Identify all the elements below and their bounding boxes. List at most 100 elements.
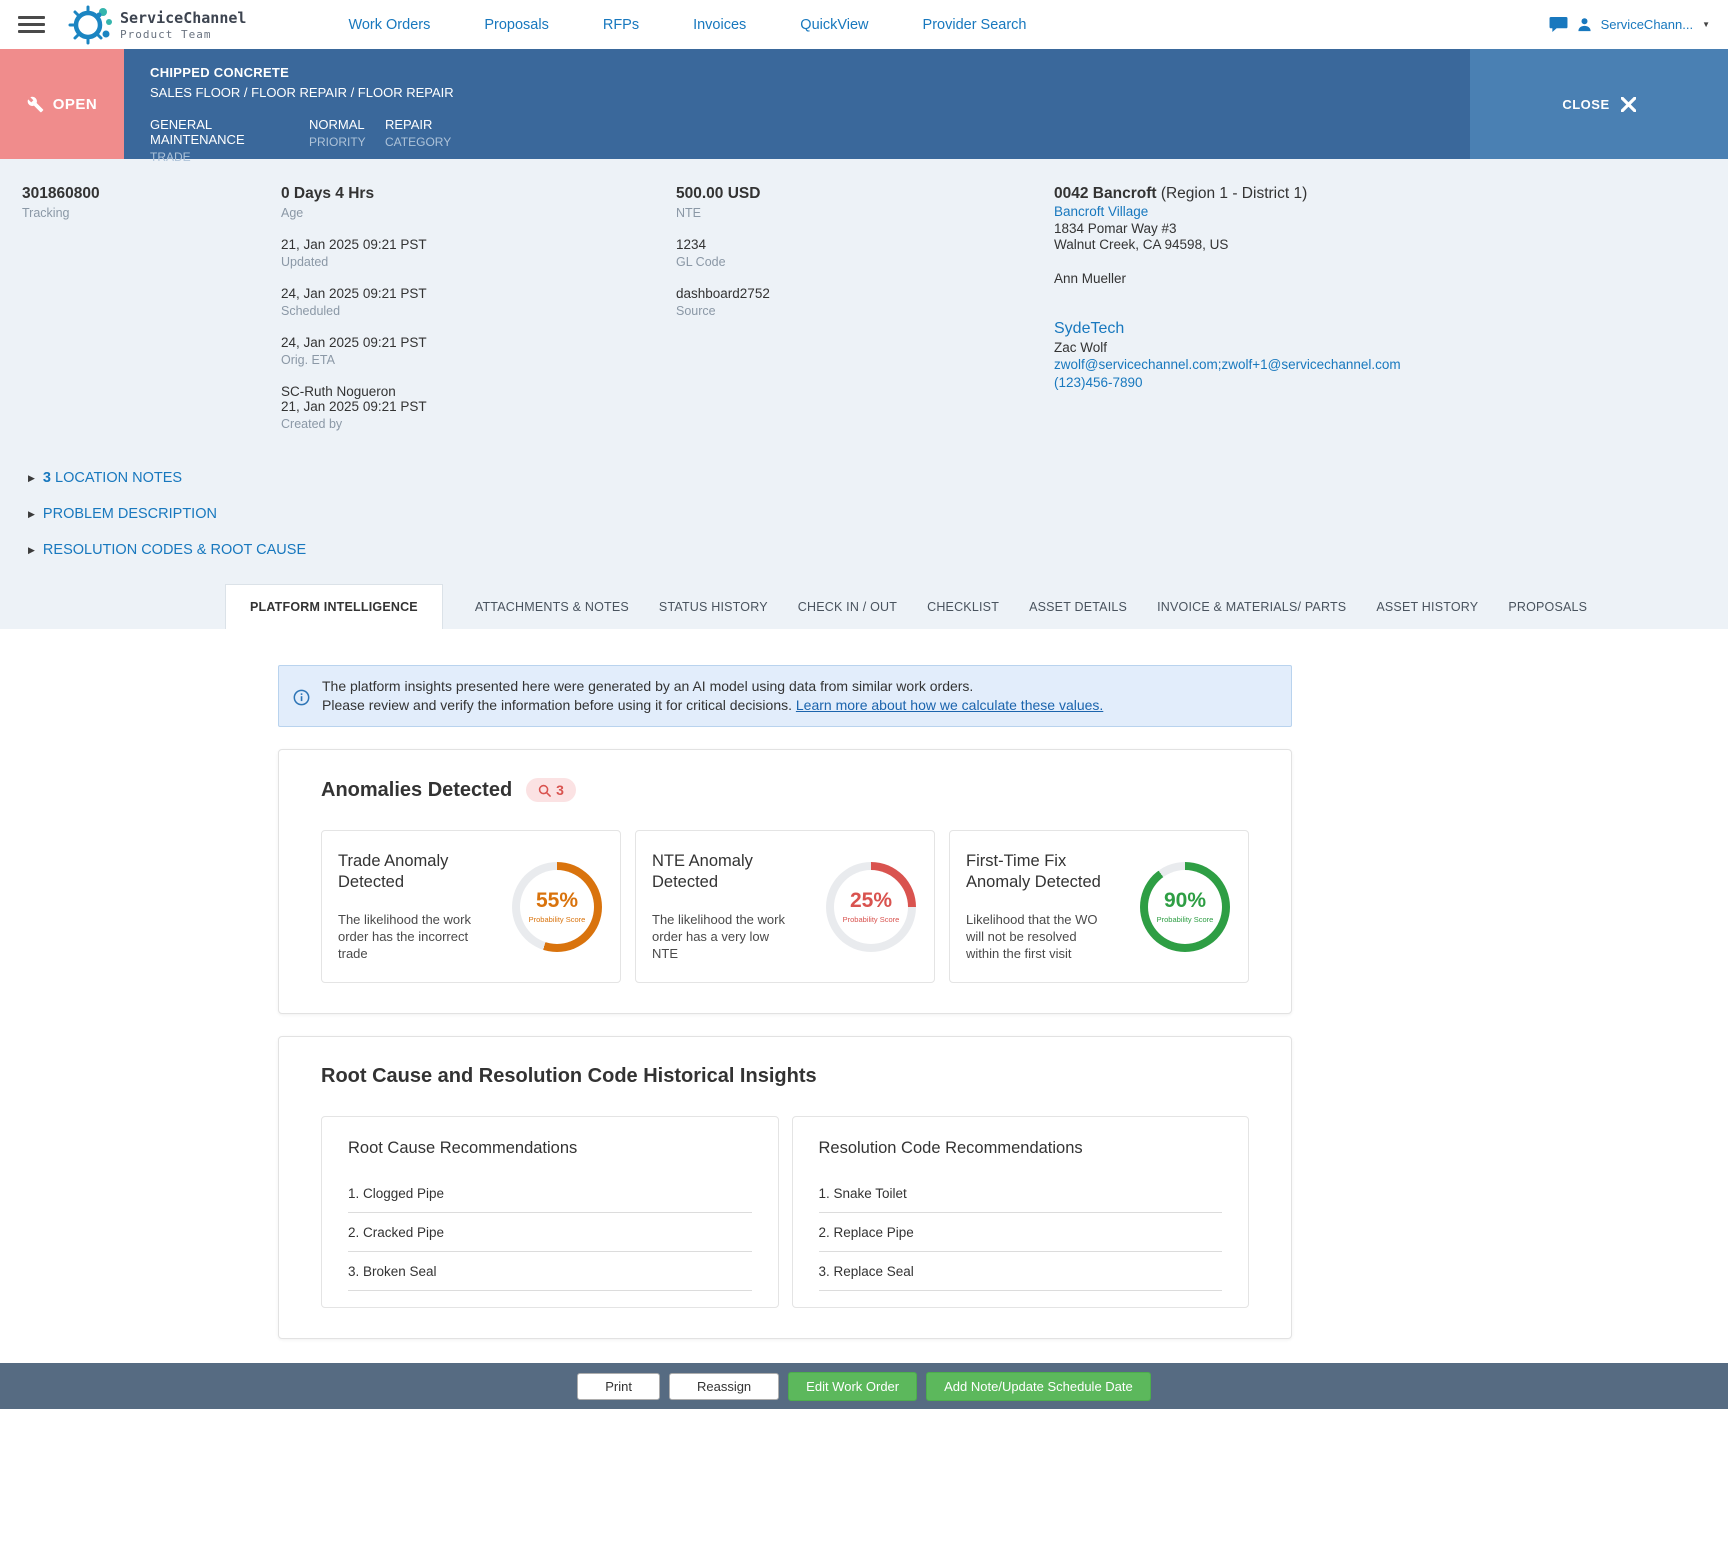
meta-trade: GENERAL MAINTENANCE TRADE xyxy=(150,117,245,164)
nav-link-quickview[interactable]: QuickView xyxy=(800,17,868,33)
user-menu-label[interactable]: ServiceChann... xyxy=(1601,17,1694,32)
location-column: 0042 Bancroft (Region 1 - District 1) Ba… xyxy=(1054,185,1706,448)
banner-line-1: The platform insights presented here wer… xyxy=(322,678,974,694)
nav-link-work-orders[interactable]: Work Orders xyxy=(348,17,430,33)
provider-contact-name: Zac Wolf xyxy=(1054,340,1108,355)
close-icon xyxy=(1620,96,1636,112)
tab-attachments-notes[interactable]: ATTACHMENTS & NOTES xyxy=(460,584,644,629)
top-navigation: ServiceChannel Product Team Work Orders … xyxy=(0,0,1728,49)
work-order-header: OPEN CHIPPED CONCRETE SALES FLOOR / FLOO… xyxy=(0,49,1728,164)
resolution-codes-toggle[interactable]: ▶ RESOLUTION CODES & ROOT CAUSE xyxy=(28,542,306,558)
ai-disclaimer-banner: The platform insights presented here wer… xyxy=(278,665,1292,727)
tab-proposals[interactable]: PROPOSALS xyxy=(1493,584,1602,629)
source-item: dashboard2752 Source xyxy=(676,286,770,318)
reassign-button[interactable]: Reassign xyxy=(668,1372,780,1400)
nte-anomaly-gauge: 25% Probability Score xyxy=(826,861,916,952)
nte-anomaly-card: NTE Anomaly Detected The likelihood the … xyxy=(635,830,935,983)
edit-work-order-button[interactable]: Edit Work Order xyxy=(788,1371,918,1401)
resolution-code-item: 1. Snake Toilet xyxy=(818,1174,1222,1213)
provider-email-link[interactable]: zwolf@servicechannel.com;zwolf+1@service… xyxy=(1054,356,1401,373)
triangle-right-icon: ▶ xyxy=(28,508,35,519)
store-name: 0042 Bancroft (Region 1 - District 1) xyxy=(1054,185,1308,202)
resolution-code-item: 2. Replace Pipe xyxy=(818,1213,1222,1252)
action-footer-bar: Print Reassign Edit Work Order Add Note/… xyxy=(0,1363,1728,1409)
servicechannel-logo[interactable]: ServiceChannel Product Team xyxy=(67,3,246,47)
problem-description-toggle[interactable]: ▶ PROBLEM DESCRIPTION xyxy=(28,506,217,522)
close-work-order-button[interactable]: CLOSE xyxy=(1470,49,1728,159)
location-contact: Ann Mueller xyxy=(1054,271,1127,286)
hamburger-menu-icon[interactable] xyxy=(18,16,45,33)
nav-link-rfps[interactable]: RFPs xyxy=(603,17,639,33)
learn-more-link[interactable]: Learn more about how we calculate these … xyxy=(796,697,1103,713)
site-link[interactable]: Bancroft Village xyxy=(1054,203,1148,220)
magnifier-icon xyxy=(538,784,552,797)
timeline-column: 0 Days 4 Hrs Age 21, Jan 2025 09:21 PST … xyxy=(281,185,676,448)
historical-insights-title: Root Cause and Resolution Code Historica… xyxy=(321,1065,817,1087)
age-item: 0 Days 4 Hrs Age xyxy=(281,185,375,220)
anomaly-cards-row: Trade Anomaly Detected The likelihood th… xyxy=(321,830,1249,983)
provider-phone-link[interactable]: (123)456-7890 xyxy=(1054,374,1143,391)
scheduled-item: 24, Jan 2025 09:21 PST Scheduled xyxy=(281,286,427,318)
first-time-fix-anomaly-card: First-Time Fix Anomaly Detected Likeliho… xyxy=(949,830,1249,983)
orig-eta-item: 24, Jan 2025 09:21 PST Orig. ETA xyxy=(281,335,427,367)
tab-invoice-materials-parts[interactable]: INVOICE & MATERIALS/ PARTS xyxy=(1142,584,1361,629)
address-line-2: Walnut Creek, CA 94598, US xyxy=(1054,237,1229,252)
platform-intelligence-panel: The platform insights presented here wer… xyxy=(0,629,1728,1551)
chevron-down-icon[interactable]: ▼ xyxy=(1702,20,1710,29)
created-by-item: SC-Ruth Nogueron 21, Jan 2025 09:21 PST … xyxy=(281,384,427,431)
resolution-code-recommendations-card: Resolution Code Recommendations 1. Snake… xyxy=(791,1116,1249,1308)
tab-asset-details[interactable]: ASSET DETAILS xyxy=(1014,584,1142,629)
add-note-update-schedule-button[interactable]: Add Note/Update Schedule Date xyxy=(926,1371,1151,1401)
status-badge: OPEN xyxy=(0,49,124,159)
info-icon xyxy=(293,679,310,715)
anomalies-title: Anomalies Detected xyxy=(321,778,513,801)
tab-asset-history[interactable]: ASSET HISTORY xyxy=(1361,584,1493,629)
tab-status-history[interactable]: STATUS HISTORY xyxy=(644,584,783,629)
banner-line-2: Please review and verify the information… xyxy=(322,697,796,713)
gl-code-item: 1234 GL Code xyxy=(676,237,726,269)
meta-priority: NORMAL PRIORITY xyxy=(309,117,366,149)
first-time-fix-gauge: 90% Probability Score xyxy=(1140,861,1230,952)
root-cause-recommendations-card: Root Cause Recommendations 1. Clogged Pi… xyxy=(321,1116,779,1308)
tab-check-in-out[interactable]: CHECK IN / OUT xyxy=(783,584,912,629)
anomalies-detected-card: Anomalies Detected 3 Trade Anomaly Detec… xyxy=(278,749,1292,1014)
root-cause-item: 1. Clogged Pipe xyxy=(348,1174,752,1213)
tracking-number: 301860800 xyxy=(22,185,100,202)
nav-link-invoices[interactable]: Invoices xyxy=(693,17,746,33)
resolution-code-item: 3. Replace Seal xyxy=(818,1252,1222,1291)
anomaly-count: 3 xyxy=(556,782,564,798)
location-notes-toggle[interactable]: ▶ 3 LOCATION NOTES xyxy=(28,470,182,486)
work-order-title: CHIPPED CONCRETE xyxy=(150,65,290,80)
logo-text: ServiceChannel Product Team xyxy=(120,9,246,41)
triangle-right-icon: ▶ xyxy=(28,544,35,555)
main-nav-links: Work Orders Proposals RFPs Invoices Quic… xyxy=(348,17,1026,33)
tab-checklist[interactable]: CHECKLIST xyxy=(912,584,1014,629)
work-order-title-block: CHIPPED CONCRETE SALES FLOOR / FLOOR REP… xyxy=(124,49,1470,164)
gear-logo-icon xyxy=(67,3,113,47)
meta-category: REPAIR CATEGORY xyxy=(385,117,452,149)
user-icon[interactable] xyxy=(1577,17,1592,32)
tracking-column: 301860800 Tracking xyxy=(22,185,281,448)
bottom-spacer xyxy=(0,1409,1728,1551)
status-label: OPEN xyxy=(52,95,98,113)
updated-item: 21, Jan 2025 09:21 PST Updated xyxy=(281,237,427,269)
logo-subtitle: Product Team xyxy=(120,27,212,41)
triangle-right-icon: ▶ xyxy=(28,472,35,483)
trade-anomaly-gauge: 55% Probability Score xyxy=(512,861,602,952)
work-order-details-section: 301860800 Tracking 0 Days 4 Hrs Age 21, … xyxy=(0,159,1728,629)
work-order-meta: GENERAL MAINTENANCE TRADE NORMAL PRIORIT… xyxy=(150,117,1470,164)
provider-link[interactable]: SydeTech xyxy=(1054,320,1124,338)
print-button[interactable]: Print xyxy=(577,1372,660,1400)
nav-link-proposals[interactable]: Proposals xyxy=(484,17,548,33)
financial-column: 500.00 USD NTE 1234 GL Code dashboard275… xyxy=(676,185,1054,448)
close-label: CLOSE xyxy=(1562,96,1610,112)
root-cause-item: 3. Broken Seal xyxy=(348,1252,752,1291)
nav-link-provider-search[interactable]: Provider Search xyxy=(923,17,1027,33)
chat-icon[interactable] xyxy=(1549,16,1568,33)
detail-tabs: PLATFORM INTELLIGENCE ATTACHMENTS & NOTE… xyxy=(0,584,1728,629)
historical-insights-card: Root Cause and Resolution Code Historica… xyxy=(278,1036,1292,1339)
collapsible-sections: ▶ 3 LOCATION NOTES ▶ PROBLEM DESCRIPTION… xyxy=(0,448,1728,582)
root-cause-item: 2. Cracked Pipe xyxy=(348,1213,752,1252)
address-line-1: 1834 Pomar Way #3 xyxy=(1054,221,1177,236)
tab-platform-intelligence[interactable]: PLATFORM INTELLIGENCE xyxy=(225,584,443,629)
